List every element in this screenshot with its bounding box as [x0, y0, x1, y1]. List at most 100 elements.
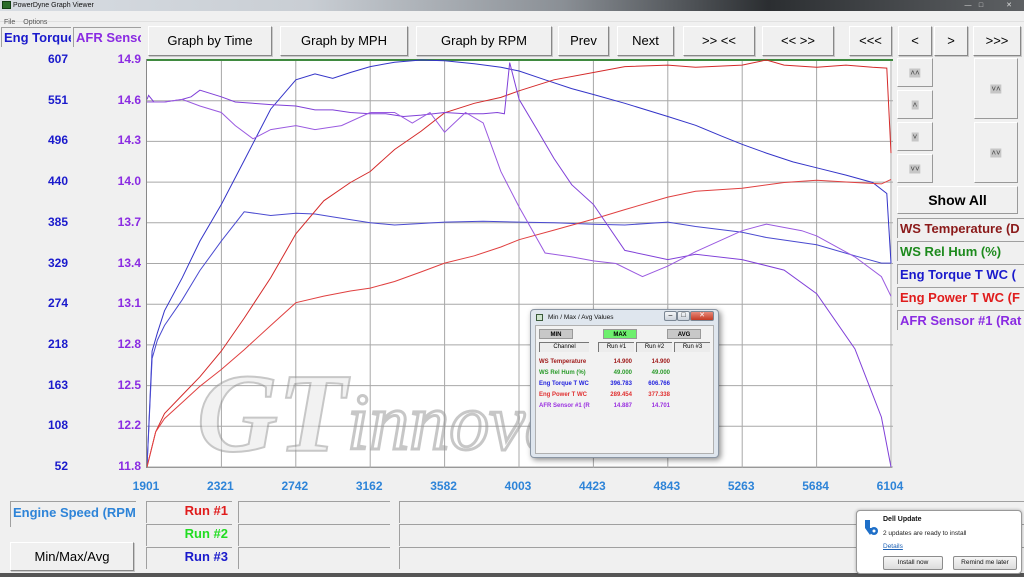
maximize-button[interactable]: □: [975, 1, 987, 10]
dell-update-notification: Dell Update 2 updates are ready to insta…: [856, 510, 1022, 574]
plot-area[interactable]: GT innovation: [146, 59, 893, 468]
column-channel: Channel: [539, 342, 589, 352]
line-down-button[interactable]: ˅: [897, 122, 933, 151]
right-axis-channel-header[interactable]: AFR Sensor: [73, 27, 141, 47]
row-run2-value: 377.338: [648, 392, 670, 398]
x-tick-label: 3162: [355, 479, 383, 493]
right-y-tick-label: 12.5: [117, 377, 141, 392]
row-run1-value: 49.000: [613, 370, 632, 376]
row-run2-value: 14.701: [651, 403, 670, 409]
dialog-body: MIN MAX AVG Channel Run #1 Run #2 Run #3…: [535, 325, 714, 454]
legend-eng-power[interactable]: Eng Power T WC (F: [897, 287, 1024, 307]
compress-scale-button[interactable]: ˄˅: [974, 122, 1018, 183]
dialog-maximize-button[interactable]: □: [677, 311, 690, 321]
right-y-tick-label: 12.2: [117, 418, 141, 433]
left-y-tick-label: 607: [47, 52, 68, 66]
zoom-in-button[interactable]: >> <<: [683, 26, 755, 56]
left-y-tick-label: 329: [47, 255, 68, 270]
page-up-button[interactable]: ˄˄: [897, 58, 933, 87]
run3-label: Run #3: [184, 549, 228, 564]
x-tick-label: 3582: [430, 479, 457, 493]
legend-ws-rel-hum[interactable]: WS Rel Hum (%): [897, 241, 1024, 261]
legend-afr-sensor[interactable]: AFR Sensor #1 (Rat: [897, 310, 1024, 330]
powerdyne-window: PowerDyne Graph Viewer — □ ✕ File Options…: [0, 0, 1024, 577]
run1-info-field: [238, 501, 390, 523]
left-y-tick-label: 440: [47, 174, 68, 189]
x-axis-channel-box[interactable]: Engine Speed (RPM: [10, 501, 136, 527]
legend-eng-torque[interactable]: Eng Torque T WC (: [897, 264, 1024, 284]
column-run1: Run #1: [598, 342, 634, 352]
dialog-close-button[interactable]: ✕: [690, 311, 714, 321]
row-run1-value: 396.783: [610, 381, 632, 387]
left-y-tick-label: 385: [47, 214, 68, 229]
right-y-tick-label: 14.9: [117, 52, 141, 66]
left-axis-channel-header[interactable]: Eng Torque: [1, 27, 71, 47]
left-y-tick-label: 551: [47, 92, 68, 107]
x-tick-label: 6104: [876, 479, 904, 493]
dialog-row: Eng Power T WC 289.454 377.338: [539, 390, 709, 400]
column-run2: Run #2: [636, 342, 672, 352]
next-button[interactable]: Next: [617, 26, 674, 56]
install-now-button[interactable]: Install now: [883, 556, 943, 570]
legend-ws-temperature[interactable]: WS Temperature (D: [897, 218, 1024, 238]
chart-svg: GT innovation: [147, 59, 893, 468]
show-all-button[interactable]: Show All: [897, 186, 1018, 214]
menu-options[interactable]: Options: [23, 19, 47, 26]
graph-by-mph-button[interactable]: Graph by MPH: [280, 26, 408, 56]
menu-bar: File Options: [0, 11, 1024, 26]
run2-info-field: [238, 524, 390, 546]
menu-file[interactable]: File: [4, 19, 15, 26]
scroll-last-button[interactable]: >>>: [973, 26, 1021, 56]
zoom-out-button[interactable]: << >>: [762, 26, 834, 56]
dialog-row: WS Rel Hum (%) 49.000 49.000: [539, 368, 709, 378]
toast-details-link[interactable]: Details: [883, 543, 903, 550]
expand-scale-button[interactable]: ˅˄: [974, 58, 1018, 119]
run3-info-field: [238, 547, 390, 569]
x-tick-label: 1901: [132, 479, 160, 493]
avg-button[interactable]: AVG: [667, 329, 701, 339]
row-channel: WS Rel Hum (%): [539, 370, 586, 376]
left-y-tick-label: 218: [47, 336, 68, 351]
dialog-minimize-button[interactable]: –: [664, 311, 677, 321]
dialog-row: AFR Sensor #1 (R 14.887 14.701: [539, 401, 709, 411]
right-y-tick-label: 14.6: [117, 92, 141, 107]
dialog-icon: [536, 314, 543, 321]
row-run1-value: 14.887: [613, 403, 632, 409]
row-channel: Eng Power T WC: [539, 392, 587, 398]
left-y-tick-label: 496: [47, 133, 68, 148]
row-run1-value: 289.454: [610, 392, 632, 398]
toast-title: Dell Update: [883, 516, 922, 523]
min-button[interactable]: MIN: [539, 329, 573, 339]
right-y-tick-label: 12.8: [117, 336, 141, 351]
row-run2-value: 49.000: [651, 370, 670, 376]
column-run3: Run #3: [674, 342, 710, 352]
remind-me-later-button[interactable]: Remind me later: [953, 556, 1017, 570]
scroll-back-button[interactable]: <: [898, 26, 932, 56]
right-y-tick-label: 13.4: [117, 255, 141, 270]
dell-update-icon: [865, 520, 878, 535]
compress-chevrons-icon: ˄˅: [990, 148, 1002, 157]
prev-button[interactable]: Prev: [558, 26, 609, 56]
row-channel: AFR Sensor #1 (R: [539, 403, 590, 409]
scroll-first-button[interactable]: <<<: [849, 26, 892, 56]
double-chevron-down-icon: ˅˅: [909, 164, 921, 173]
window-title: PowerDyne Graph Viewer: [13, 2, 94, 9]
app-icon: [2, 1, 11, 9]
chevron-down-icon: ˅: [911, 132, 919, 141]
right-y-tick-label: 13.7: [117, 214, 141, 229]
close-button[interactable]: ✕: [1000, 1, 1018, 10]
watermark-logo-gt: GT: [197, 352, 351, 468]
max-button[interactable]: MAX: [603, 329, 637, 339]
x-tick-label: 4843: [653, 479, 681, 493]
scroll-forward-button[interactable]: >: [934, 26, 968, 56]
min-max-avg-button[interactable]: Min/Max/Avg: [10, 542, 134, 571]
page-down-button[interactable]: ˅˅: [897, 154, 933, 183]
left-y-tick-label: 108: [47, 418, 68, 433]
left-y-tick-label: 274: [47, 296, 68, 311]
minimize-button[interactable]: —: [962, 1, 974, 10]
graph-by-time-button[interactable]: Graph by Time: [148, 26, 272, 56]
expand-chevrons-icon: ˅˄: [990, 84, 1002, 93]
graph-by-rpm-button[interactable]: Graph by RPM: [416, 26, 552, 56]
run1-label: Run #1: [184, 503, 228, 518]
line-up-button[interactable]: ˄: [897, 90, 933, 119]
